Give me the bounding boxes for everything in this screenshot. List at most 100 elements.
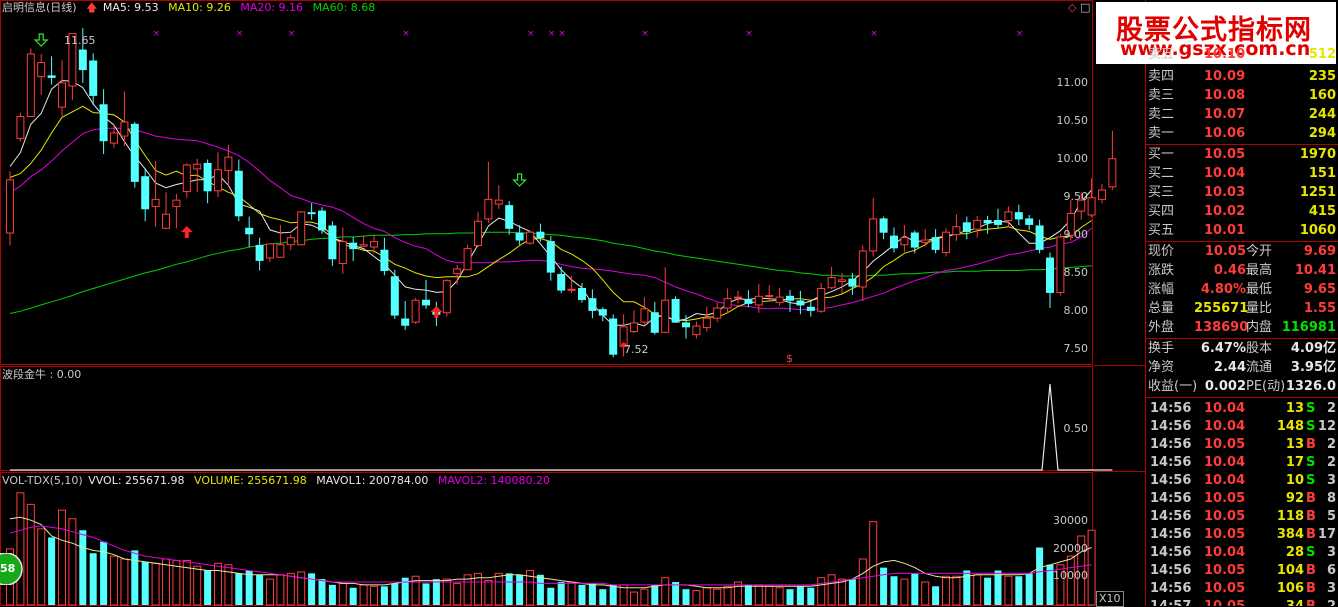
volume-bar-down: [256, 574, 264, 605]
candle-body-down: [546, 241, 555, 273]
cross-marker-icon: ×: [402, 29, 410, 39]
badge-icon[interactable]: 58: [0, 552, 28, 586]
stock-title[interactable]: 启明信息(日线): [2, 1, 77, 14]
candle-body-down: [307, 212, 316, 215]
tick-row[interactable]: 14:56 10.05 384 B 17: [1146, 526, 1338, 544]
tick-row[interactable]: 14:56 10.04 17 S 2: [1146, 454, 1338, 472]
tick-count: 2: [1326, 437, 1336, 452]
candle-body-up: [6, 179, 14, 234]
ma5-label: MA5: 9.53: [102, 1, 159, 14]
tick-row[interactable]: 14:56 10.05 13 B 2: [1146, 436, 1338, 454]
candle-body-down: [848, 278, 857, 287]
orderbook-ask-row[interactable]: 卖五 10.10 512: [1146, 45, 1338, 64]
volume-bar-up: [858, 558, 867, 606]
cross-marker-icon: ×: [1016, 29, 1024, 39]
candle-body-up: [1098, 189, 1106, 200]
volume-bar-up: [442, 578, 451, 606]
candle-body-down: [141, 176, 150, 210]
volume-bar-up: [37, 528, 46, 606]
orderbook-ask-row[interactable]: 卖一 10.06 294: [1146, 124, 1338, 143]
tick-volume: 104: [1276, 563, 1304, 578]
candle-body-up: [474, 220, 482, 247]
volume-bar-down: [536, 574, 544, 605]
tick-row[interactable]: 14:56 10.05 104 B 6: [1146, 562, 1338, 580]
cross-marker-icon: ×: [527, 29, 535, 39]
volume-bar-up: [58, 509, 66, 606]
candle-body-up: [214, 169, 222, 192]
mavol1-label: MAVOL1: 200784.00: [316, 474, 429, 487]
candle-body-down: [536, 231, 545, 239]
volume-axis-tick: 10000: [1053, 569, 1088, 582]
tick-count: 5: [1326, 509, 1336, 524]
diamond-icon[interactable]: ◇: [1068, 1, 1076, 15]
orderbook-bid-row[interactable]: 买四 10.02 415: [1146, 202, 1338, 221]
tick-time: 14:56: [1150, 473, 1192, 488]
quote-row: 总量 255671 量比 1.55: [1148, 301, 1336, 316]
tick-count: 3: [1326, 581, 1336, 596]
volume-bar-down: [547, 587, 555, 605]
s-marker: $: [786, 352, 793, 365]
volume-bar-down: [994, 570, 1002, 605]
candle-body-up: [900, 237, 909, 246]
volume-bar-down: [422, 583, 430, 605]
tick-row[interactable]: 14:56 10.05 118 B 5: [1146, 508, 1338, 526]
candle-body-up: [286, 237, 295, 246]
mavol2-label: MAVOL2: 140080.20: [437, 474, 551, 487]
tick-row[interactable]: 14:56 10.04 13 S 2: [1146, 400, 1338, 418]
tick-price: 10.05: [1204, 563, 1246, 578]
orderbook-ask-row[interactable]: 卖四 10.09 235: [1146, 67, 1338, 86]
tick-volume: 28: [1285, 545, 1304, 560]
volume-bar-up: [1087, 529, 1096, 606]
candle-body-up: [110, 132, 118, 144]
tick-side: S: [1306, 401, 1316, 416]
orderbook-bid-row[interactable]: 买二 10.04 151: [1146, 164, 1338, 183]
tick-row[interactable]: 14:56 10.04 10 S 3: [1146, 472, 1338, 490]
candle-body-down: [89, 60, 98, 96]
tick-count: 8: [1326, 491, 1336, 506]
tick-time: 14:56: [1150, 527, 1192, 542]
tick-row[interactable]: 14:57 10.05 34B 2: [1146, 598, 1338, 606]
candle-body-up: [692, 325, 701, 336]
volume-bar-up: [224, 564, 233, 606]
candle-body-up: [120, 121, 129, 137]
low-price-marker: 7.52: [624, 343, 649, 356]
tick-count: 3: [1326, 473, 1336, 488]
candle-body-up: [754, 295, 763, 306]
tick-time: 14:56: [1150, 401, 1192, 416]
volume-bar-up: [942, 575, 950, 606]
indicator-line: [10, 383, 1113, 471]
tick-row[interactable]: 14:56 10.04 148 S 12: [1146, 418, 1338, 436]
candle-body-down: [879, 218, 888, 233]
indicator-polyline: [10, 383, 1113, 471]
price-axis-tick: 9.00: [1063, 228, 1089, 241]
candle-body-down: [47, 75, 56, 78]
volume-bar-up: [765, 585, 774, 606]
candle-body-up: [817, 288, 826, 312]
orderbook-ask-row[interactable]: 卖三 10.08 160: [1146, 86, 1338, 105]
buy-arrow-icon: [430, 306, 443, 318]
volume-bar-up: [172, 559, 181, 606]
candle-body-up: [37, 62, 46, 78]
orderbook-bid-row[interactable]: 买一 10.05 1970: [1146, 145, 1338, 164]
volume-bar-up: [817, 577, 826, 606]
tick-price: 10.04: [1204, 419, 1246, 434]
price-header: 启明信息(日线) 🡅 MA5: 9.53 MA10: 9.26 MA20: 9.…: [2, 1, 381, 15]
window-box-icon[interactable]: □: [1080, 1, 1090, 15]
candle-body-down: [318, 210, 326, 231]
tick-side: B: [1306, 581, 1316, 596]
tick-row[interactable]: 14:56 10.05 92 B 8: [1146, 490, 1338, 508]
ma20-label: MA20: 9.16: [240, 1, 304, 14]
orderbook-bid-row[interactable]: 买五 10.01 1060: [1146, 221, 1338, 240]
volume-bar-down: [432, 579, 440, 605]
orderbook-ask-row[interactable]: 卖二 10.07 244: [1146, 105, 1338, 124]
volume-bar-down: [807, 587, 815, 605]
tick-row[interactable]: 14:56 10.05 106 B 3: [1146, 580, 1338, 598]
volume-bar-up: [151, 562, 160, 606]
tick-row[interactable]: 14:56 10.04 28 S 3: [1146, 544, 1338, 562]
candle-body-down: [588, 298, 597, 311]
tick-price: 10.05: [1204, 491, 1246, 506]
tick-price: 10.05: [1204, 527, 1246, 542]
tick-volume: 17: [1285, 455, 1304, 470]
orderbook-bid-row[interactable]: 买三 10.03 1251: [1146, 183, 1338, 202]
quote-row: 现价 10.05 今开 9.69: [1148, 244, 1336, 259]
